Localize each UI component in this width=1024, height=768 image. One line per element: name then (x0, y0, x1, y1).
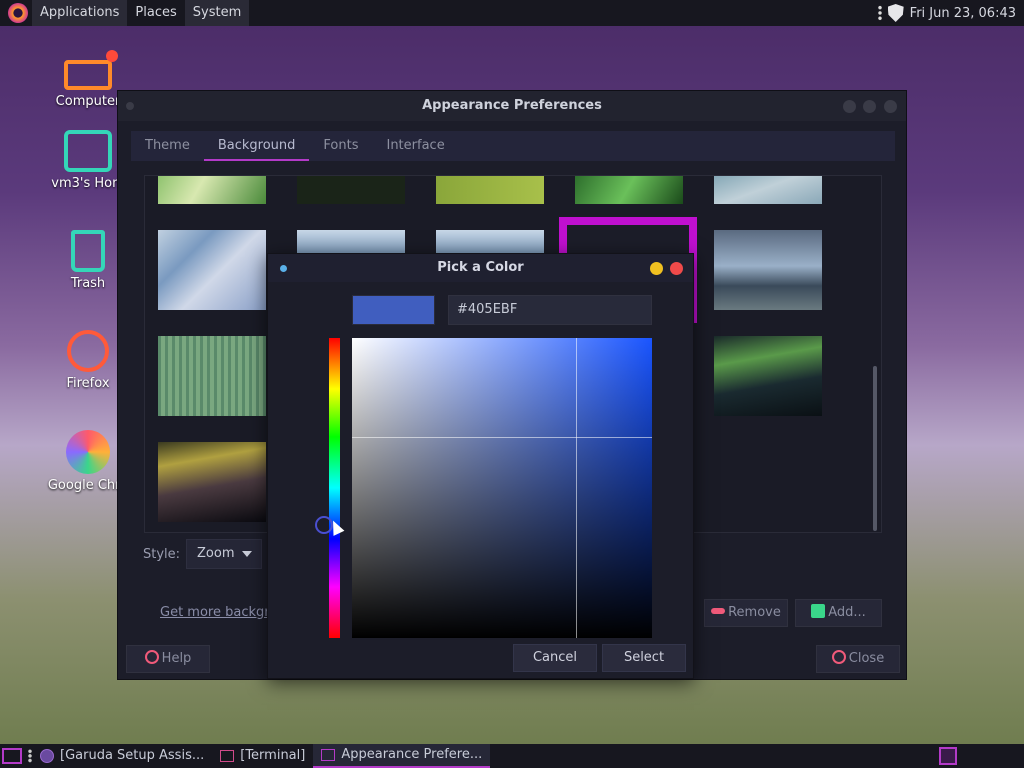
select-button[interactable]: Select (602, 644, 686, 672)
crosshair-vertical (576, 338, 577, 638)
wallpaper-thumbnail[interactable] (158, 336, 266, 416)
remove-label: Remove (728, 605, 781, 620)
shield-icon[interactable] (887, 4, 904, 22)
hue-slider[interactable] (329, 338, 340, 638)
window-titlebar[interactable]: Appearance Preferences (118, 91, 906, 121)
help-icon (144, 650, 159, 664)
home-folder-icon (64, 130, 112, 172)
wallpaper-thumbnail[interactable] (297, 176, 405, 204)
wallpaper-thumbnail[interactable] (158, 176, 266, 204)
computer-icon (64, 50, 118, 90)
taskbar-item-garuda-setup[interactable]: [Garuda Setup Assis... (32, 744, 212, 768)
show-desktop-icon[interactable] (2, 748, 22, 764)
taskbar-item-label: [Garuda Setup Assis... (60, 748, 205, 763)
tab-fonts[interactable]: Fonts (309, 131, 372, 161)
wallpaper-thumbnail[interactable] (714, 176, 822, 204)
garuda-logo-icon[interactable] (8, 3, 28, 23)
color-picker-dialog: Pick a Color #405EBF Cancel Select (267, 253, 694, 679)
taskbar-item-label: Appearance Prefere... (341, 747, 483, 762)
wallpaper-thumbnail[interactable] (714, 336, 822, 416)
tab-theme[interactable]: Theme (131, 131, 204, 161)
terminal-icon (220, 750, 235, 762)
tray-menu-icon[interactable] (877, 5, 882, 21)
cancel-button[interactable]: Cancel (513, 644, 597, 672)
dialog-title: Pick a Color (437, 260, 524, 275)
help-button[interactable]: Help (126, 645, 210, 673)
get-more-backgrounds-link[interactable]: Get more backgro (160, 605, 277, 620)
add-label: Add... (828, 605, 866, 620)
places-menu[interactable]: Places (127, 0, 184, 26)
tab-bar: Theme Background Fonts Interface (131, 131, 895, 161)
tab-background[interactable]: Background (203, 131, 310, 161)
taskbar: [Garuda Setup Assis... [Terminal] Appear… (0, 744, 1024, 768)
top-menu: Applications Places System (0, 0, 250, 26)
taskbar-item-appearance[interactable]: Appearance Prefere... (313, 744, 491, 768)
close-icon (831, 650, 846, 664)
dialog-titlebar[interactable]: Pick a Color (268, 254, 693, 282)
wallpaper-thumbnail[interactable] (436, 230, 544, 254)
color-swatch (352, 295, 435, 325)
close-button[interactable]: Close (816, 645, 900, 673)
crosshair-horizontal (352, 437, 652, 438)
remove-icon (711, 608, 726, 614)
window-menu-icon[interactable] (126, 102, 134, 110)
gallery-scrollbar[interactable] (873, 366, 877, 531)
style-label: Style: (143, 547, 181, 562)
remove-button[interactable]: Remove (704, 599, 788, 627)
clock[interactable]: Fri Jun 23, 06:43 (910, 6, 1016, 21)
wallpaper-thumbnail[interactable] (158, 442, 266, 522)
taskbar-item-terminal[interactable]: [Terminal] (212, 744, 313, 768)
chevron-down-icon (242, 551, 252, 557)
close-label: Close (848, 651, 885, 666)
minimize-button[interactable] (650, 262, 663, 275)
style-dropdown[interactable]: Zoom (186, 539, 262, 569)
system-menu[interactable]: System (184, 0, 250, 26)
maximize-button[interactable] (863, 100, 876, 113)
style-value: Zoom (197, 546, 235, 561)
close-dialog-button[interactable] (670, 262, 683, 275)
wallpaper-thumbnail[interactable] (297, 230, 405, 254)
garuda-setup-icon (40, 749, 54, 763)
saturation-value-area[interactable] (352, 338, 652, 638)
appearance-icon (321, 749, 336, 761)
taskbar-item-label: [Terminal] (240, 748, 306, 763)
wallpaper-thumbnail[interactable] (714, 230, 822, 310)
help-label: Help (161, 651, 192, 666)
wallpaper-thumbnail[interactable] (158, 230, 266, 310)
tab-interface[interactable]: Interface (372, 131, 458, 161)
window-title: Appearance Preferences (422, 98, 602, 113)
wallpaper-thumbnail[interactable] (575, 176, 683, 204)
hex-input[interactable]: #405EBF (448, 295, 652, 325)
minimize-button[interactable] (843, 100, 856, 113)
tray: Fri Jun 23, 06:43 (877, 0, 1016, 26)
close-window-button[interactable] (884, 100, 897, 113)
wallpaper-thumbnail[interactable] (436, 176, 544, 204)
firefox-icon (67, 330, 109, 372)
add-icon (811, 604, 826, 618)
trash-icon (71, 230, 105, 272)
applications-menu[interactable]: Applications (32, 0, 128, 26)
chrome-icon (66, 430, 110, 474)
workspace-switcher[interactable] (939, 747, 957, 765)
add-button[interactable]: Add... (795, 599, 882, 627)
top-panel: Applications Places System Fri Jun 23, 0… (0, 0, 1024, 26)
dialog-menu-icon[interactable] (280, 265, 287, 272)
